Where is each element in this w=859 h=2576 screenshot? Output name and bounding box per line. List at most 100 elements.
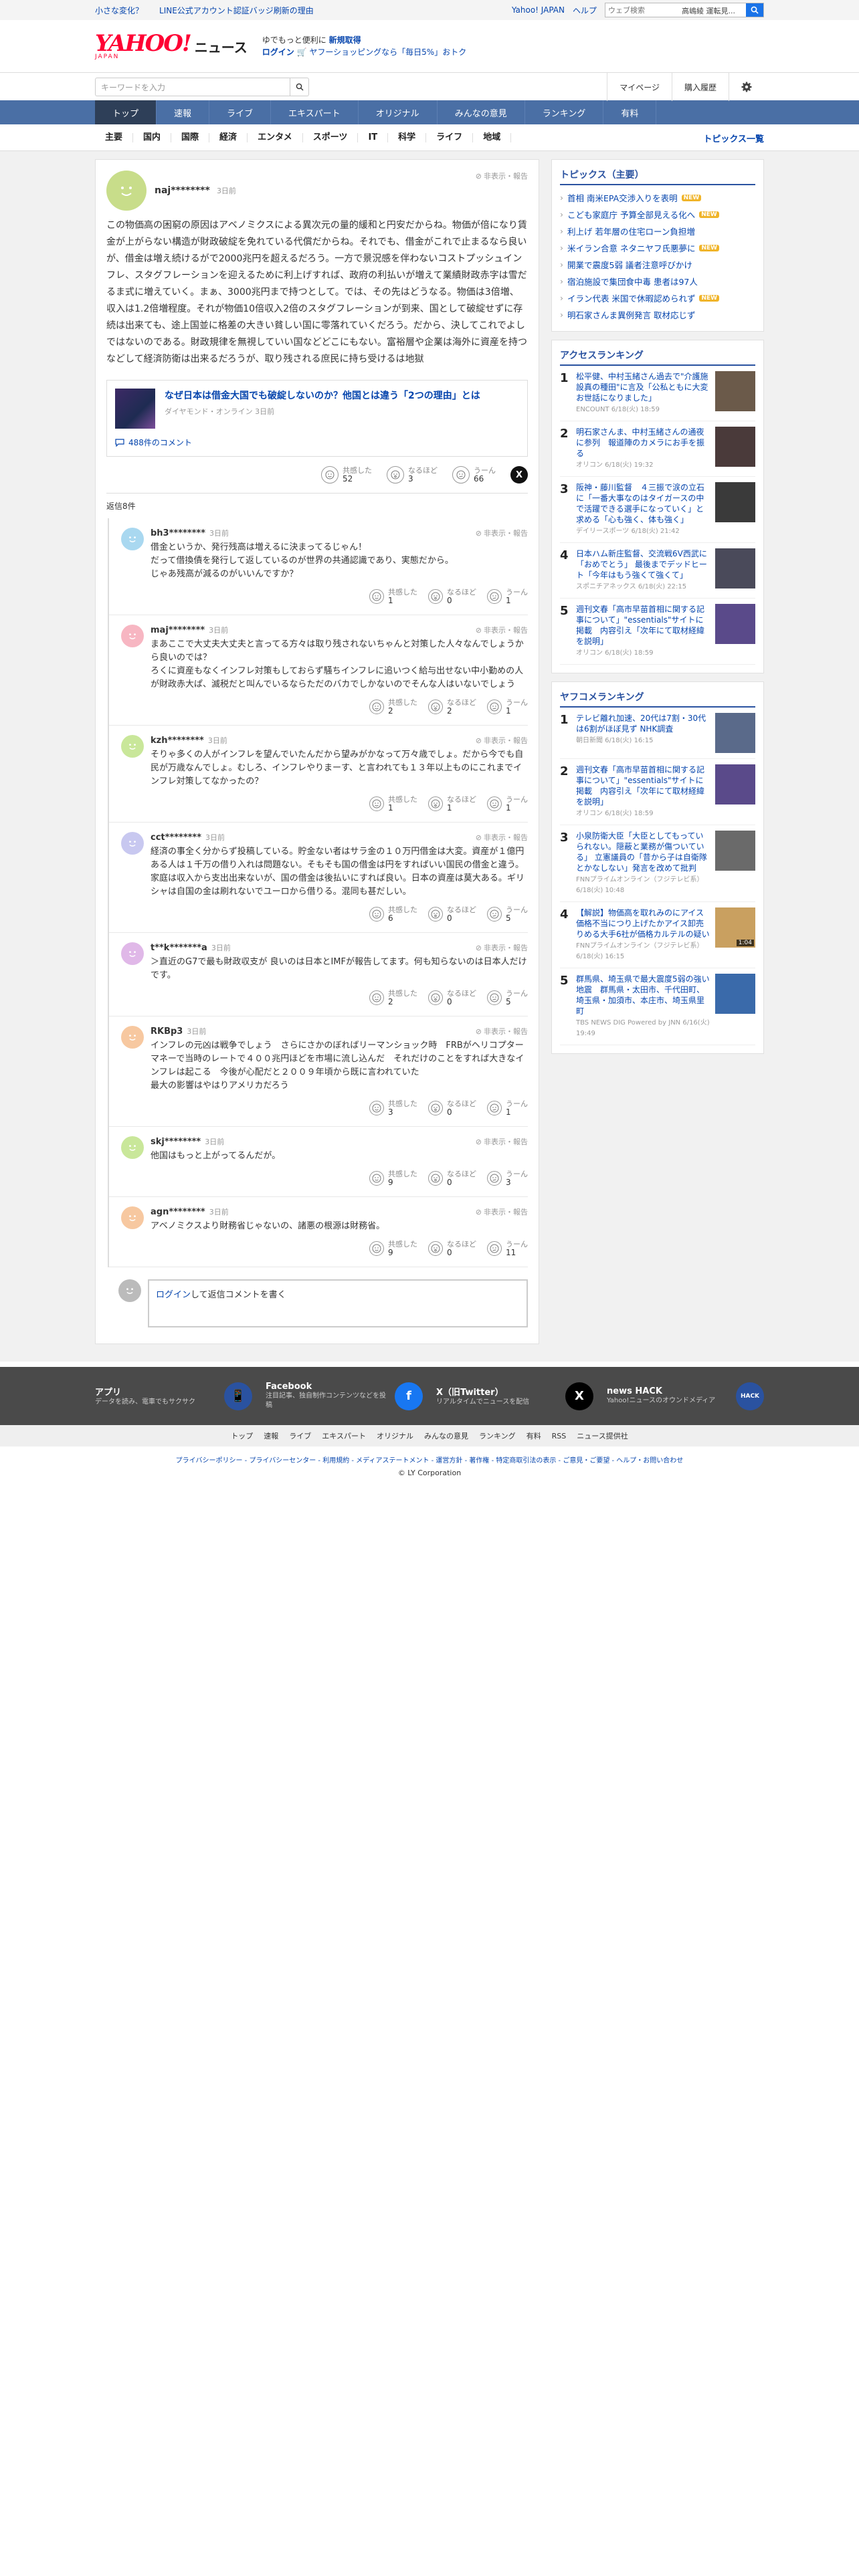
footer-links[interactable]: プライバシーポリシー - プライバシーセンター - 利用規約 - メディアステー… xyxy=(0,1446,859,1467)
article-comments-link[interactable]: 488件のコメント xyxy=(115,437,519,448)
ranking-item[interactable]: 4 【解説】物価高を取れみのにアイス価格不当につり上げたかアイス卸売りめる大手6社… xyxy=(560,902,755,968)
hmm-button[interactable]: うーん 1 xyxy=(487,698,528,716)
sub-nav-item[interactable]: 科学 xyxy=(388,133,427,142)
footer-nav-item[interactable]: トップ xyxy=(231,1432,253,1440)
empathy-button[interactable]: 共感した 9 xyxy=(369,1240,417,1257)
hmm-button[interactable]: うーん 1 xyxy=(487,1099,528,1117)
keyword-search[interactable]: キーワードを入力 xyxy=(95,78,309,96)
insight-button[interactable]: なるほど 2 xyxy=(428,698,476,716)
insight-button[interactable]: なるほど 0 xyxy=(428,905,476,923)
rank-title[interactable]: テレビ離れ加速、20代は7割・30代は6割がほぼ見ず NHK調査 朝日新聞 6/1… xyxy=(576,713,710,753)
topic-item[interactable]: › こども家庭庁 予算全部見える化へ NEW xyxy=(560,206,755,223)
reply-username[interactable]: cct******** xyxy=(151,833,201,843)
topic-link[interactable]: イラン代表 米国で休暇認められず xyxy=(567,292,695,304)
empathy-button[interactable]: 共感した 2 xyxy=(369,698,417,716)
hide-report-button[interactable]: ⊘ 非表示・報告 xyxy=(476,1026,528,1037)
reply-username[interactable]: RKBp3 xyxy=(151,1027,183,1037)
hide-report-button[interactable]: ⊘ 非表示・報告 xyxy=(476,625,528,635)
topic-item[interactable]: › イラン代表 米国で休暇認められず NEW xyxy=(560,290,755,306)
reply-username[interactable]: t**k*******a xyxy=(151,943,207,953)
sub-nav-item[interactable]: 経済 xyxy=(209,133,248,142)
reply-username[interactable]: agn******** xyxy=(151,1207,205,1217)
topic-item[interactable]: › 首相 南米EPA交渉入りを表明 NEW xyxy=(560,189,755,206)
hide-report-button[interactable]: ⊘ 非表示・報告 xyxy=(476,735,528,746)
sub-nav-item[interactable]: ライフ xyxy=(426,133,474,142)
empathy-button[interactable]: 共感した 1 xyxy=(369,588,417,605)
main-nav-item[interactable]: 速報 xyxy=(157,100,210,124)
yahoo-news-logo[interactable]: YAHOO! JAPAN ニュース xyxy=(95,32,248,60)
topic-link[interactable]: 利上げ 若年層の住宅ローン負担増 xyxy=(567,225,695,237)
footer-nav-item[interactable]: エキスパート xyxy=(322,1432,366,1440)
hide-report-button[interactable]: ⊘ 非表示・報告 xyxy=(476,942,528,953)
hmm-button[interactable]: うーん 66 xyxy=(452,466,496,484)
sub-nav-item[interactable]: IT xyxy=(358,133,389,142)
footer-app-link[interactable]: news HACK Yahoo!ニュースのオウンドメディア HACK xyxy=(607,1382,764,1410)
ranking-item[interactable]: 2 週刊文春「高市早苗首相に関する記事について」"essentials"サイトに掲… xyxy=(560,759,755,825)
insight-button[interactable]: なるほど 0 xyxy=(428,1240,476,1257)
rank-title[interactable]: 松平健、中村玉緒さん過去で"介護施設真の種田"に言及「公私ともに大変お世話になり… xyxy=(576,371,710,415)
promo-signup-link[interactable]: 新規取得 xyxy=(329,35,361,45)
hmm-button[interactable]: うーん 3 xyxy=(487,1170,528,1187)
reply-username[interactable]: maj******** xyxy=(151,625,205,635)
insight-button[interactable]: なるほど 0 xyxy=(428,1170,476,1187)
help-link[interactable]: ヘルプ xyxy=(573,5,597,16)
topic-link[interactable]: こども家庭庁 予算全部見える化へ xyxy=(567,208,695,221)
topic-link[interactable]: 首相 南米EPA交渉入りを表明 xyxy=(567,191,678,204)
ranking-item[interactable]: 4 日本ハム新庄監督、交流戦6V西武に「おめでとう」 最後までデッドヒート「今年は… xyxy=(560,543,755,599)
ranking-item[interactable]: 3 阪神・藤川監督 ４三振で涙の立石に「一番大事なのはタイガースの中で活躍できる選… xyxy=(560,477,755,543)
hmm-button[interactable]: うーん 11 xyxy=(487,1240,528,1257)
rank-title[interactable]: 日本ハム新庄監督、交流戦6V西武に「おめでとう」 最後までデッドヒート「今年はも… xyxy=(576,548,710,593)
purchase-history-link[interactable]: 購入履歴 xyxy=(671,73,729,101)
yahoo-japan-link[interactable]: Yahoo! JAPAN xyxy=(512,5,565,15)
web-search-button[interactable] xyxy=(746,3,763,17)
insight-button[interactable]: なるほど 0 xyxy=(428,1099,476,1117)
sub-nav-item[interactable]: 地域 xyxy=(473,133,512,142)
hmm-button[interactable]: うーん 5 xyxy=(487,905,528,923)
comment-username[interactable]: naj******** xyxy=(155,185,210,196)
article-title[interactable]: なぜ日本は借金大国でも破綻しないのか？他国とは違う「2つの理由」とは xyxy=(165,389,480,403)
keyword-search-button[interactable] xyxy=(290,78,308,96)
sub-nav-item[interactable]: スポーツ xyxy=(303,133,359,142)
topic-link[interactable]: 明石家さんま異例発言 取材応じず xyxy=(567,308,695,321)
hmm-button[interactable]: うーん 1 xyxy=(487,588,528,605)
insight-button[interactable]: なるほど 0 xyxy=(428,588,476,605)
empathy-button[interactable]: 共感した 52 xyxy=(321,466,372,484)
reply-input[interactable]: ログインして返信コメントを書く xyxy=(148,1279,528,1327)
hmm-button[interactable]: うーん 1 xyxy=(487,795,528,813)
settings-button[interactable] xyxy=(729,73,764,101)
empathy-button[interactable]: 共感した 2 xyxy=(369,989,417,1006)
rank-title[interactable]: 群馬県、埼玉県で最大震度5弱の強い地震 群馬県・太田市、千代田町、埼玉県・加須市… xyxy=(576,974,710,1039)
rank-title[interactable]: 阪神・藤川監督 ４三振で涙の立石に「一番大事なのはタイガースの中で活躍できる選手… xyxy=(576,482,710,537)
main-nav-item[interactable]: オリジナル xyxy=(359,100,438,124)
insight-button[interactable]: なるほど 1 xyxy=(428,795,476,813)
promo-login-link[interactable]: ログイン xyxy=(262,47,294,57)
topics-list-link[interactable]: トピックス一覧 xyxy=(703,132,764,144)
topic-item[interactable]: › 利上げ 若年層の住宅ローン負担増 xyxy=(560,223,755,239)
footer-nav-item[interactable]: 有料 xyxy=(527,1432,541,1440)
sub-nav-item[interactable]: 主要 xyxy=(95,133,134,142)
sub-nav-item[interactable]: 国際 xyxy=(171,133,210,142)
main-nav-item[interactable]: ライブ xyxy=(209,100,272,124)
hide-report-button[interactable]: ⊘ 非表示・報告 xyxy=(476,171,528,181)
search-suggest-tag[interactable]: 高嶋綾 運転見... xyxy=(679,3,746,17)
utility-link-1[interactable]: 小さな変化？ xyxy=(95,5,143,16)
footer-app-link[interactable]: アプリ データを読み、電車でもサクサク 📱 xyxy=(95,1382,252,1410)
footer-app-link[interactable]: Facebook 注目記事、独自制作コンテンツなどを投稿 f xyxy=(266,1382,423,1410)
topic-item[interactable]: › 明石家さんま異例発言 取材応じず xyxy=(560,306,755,323)
footer-nav-item[interactable]: RSS xyxy=(552,1432,567,1440)
rank-title[interactable]: 週刊文春「高市早苗首相に関する記事について」"essentials"サイトに掲載… xyxy=(576,604,710,659)
topic-link[interactable]: 宿泊施設で集団食中毒 患者は97人 xyxy=(567,275,698,288)
ranking-item[interactable]: 1 松平健、中村玉緒さん過去で"介護施設真の種田"に言及「公私ともに大変お世話にな… xyxy=(560,366,755,421)
ranking-item[interactable]: 3 小泉防衛大臣「大臣としてもっていられない。隠蔽と業務が傷ついている」 立憲議員… xyxy=(560,825,755,902)
main-nav-item[interactable]: みんなの意見 xyxy=(438,100,525,124)
topic-link[interactable]: 米イラン合意 ネタニヤフ氏悪夢に xyxy=(567,241,695,254)
footer-nav-item[interactable]: みんなの意見 xyxy=(424,1432,468,1440)
topic-link[interactable]: 開業で震度5弱 議者注意呼びかけ xyxy=(567,258,692,271)
rank-title[interactable]: 明石家さんま、中村玉緒さんの通夜に参列 報道陣のカメラにお手を振る オリコン 6/… xyxy=(576,427,710,471)
sub-nav-item[interactable]: エンタメ xyxy=(248,133,303,142)
insight-button[interactable]: なるほど 0 xyxy=(428,989,476,1006)
sub-nav-item[interactable]: 国内 xyxy=(133,133,172,142)
footer-nav-item[interactable]: ライブ xyxy=(289,1432,311,1440)
utility-link-2[interactable]: LINE公式アカウント認証バッジ刷新の理由 xyxy=(159,5,314,16)
empathy-button[interactable]: 共感した 3 xyxy=(369,1099,417,1117)
